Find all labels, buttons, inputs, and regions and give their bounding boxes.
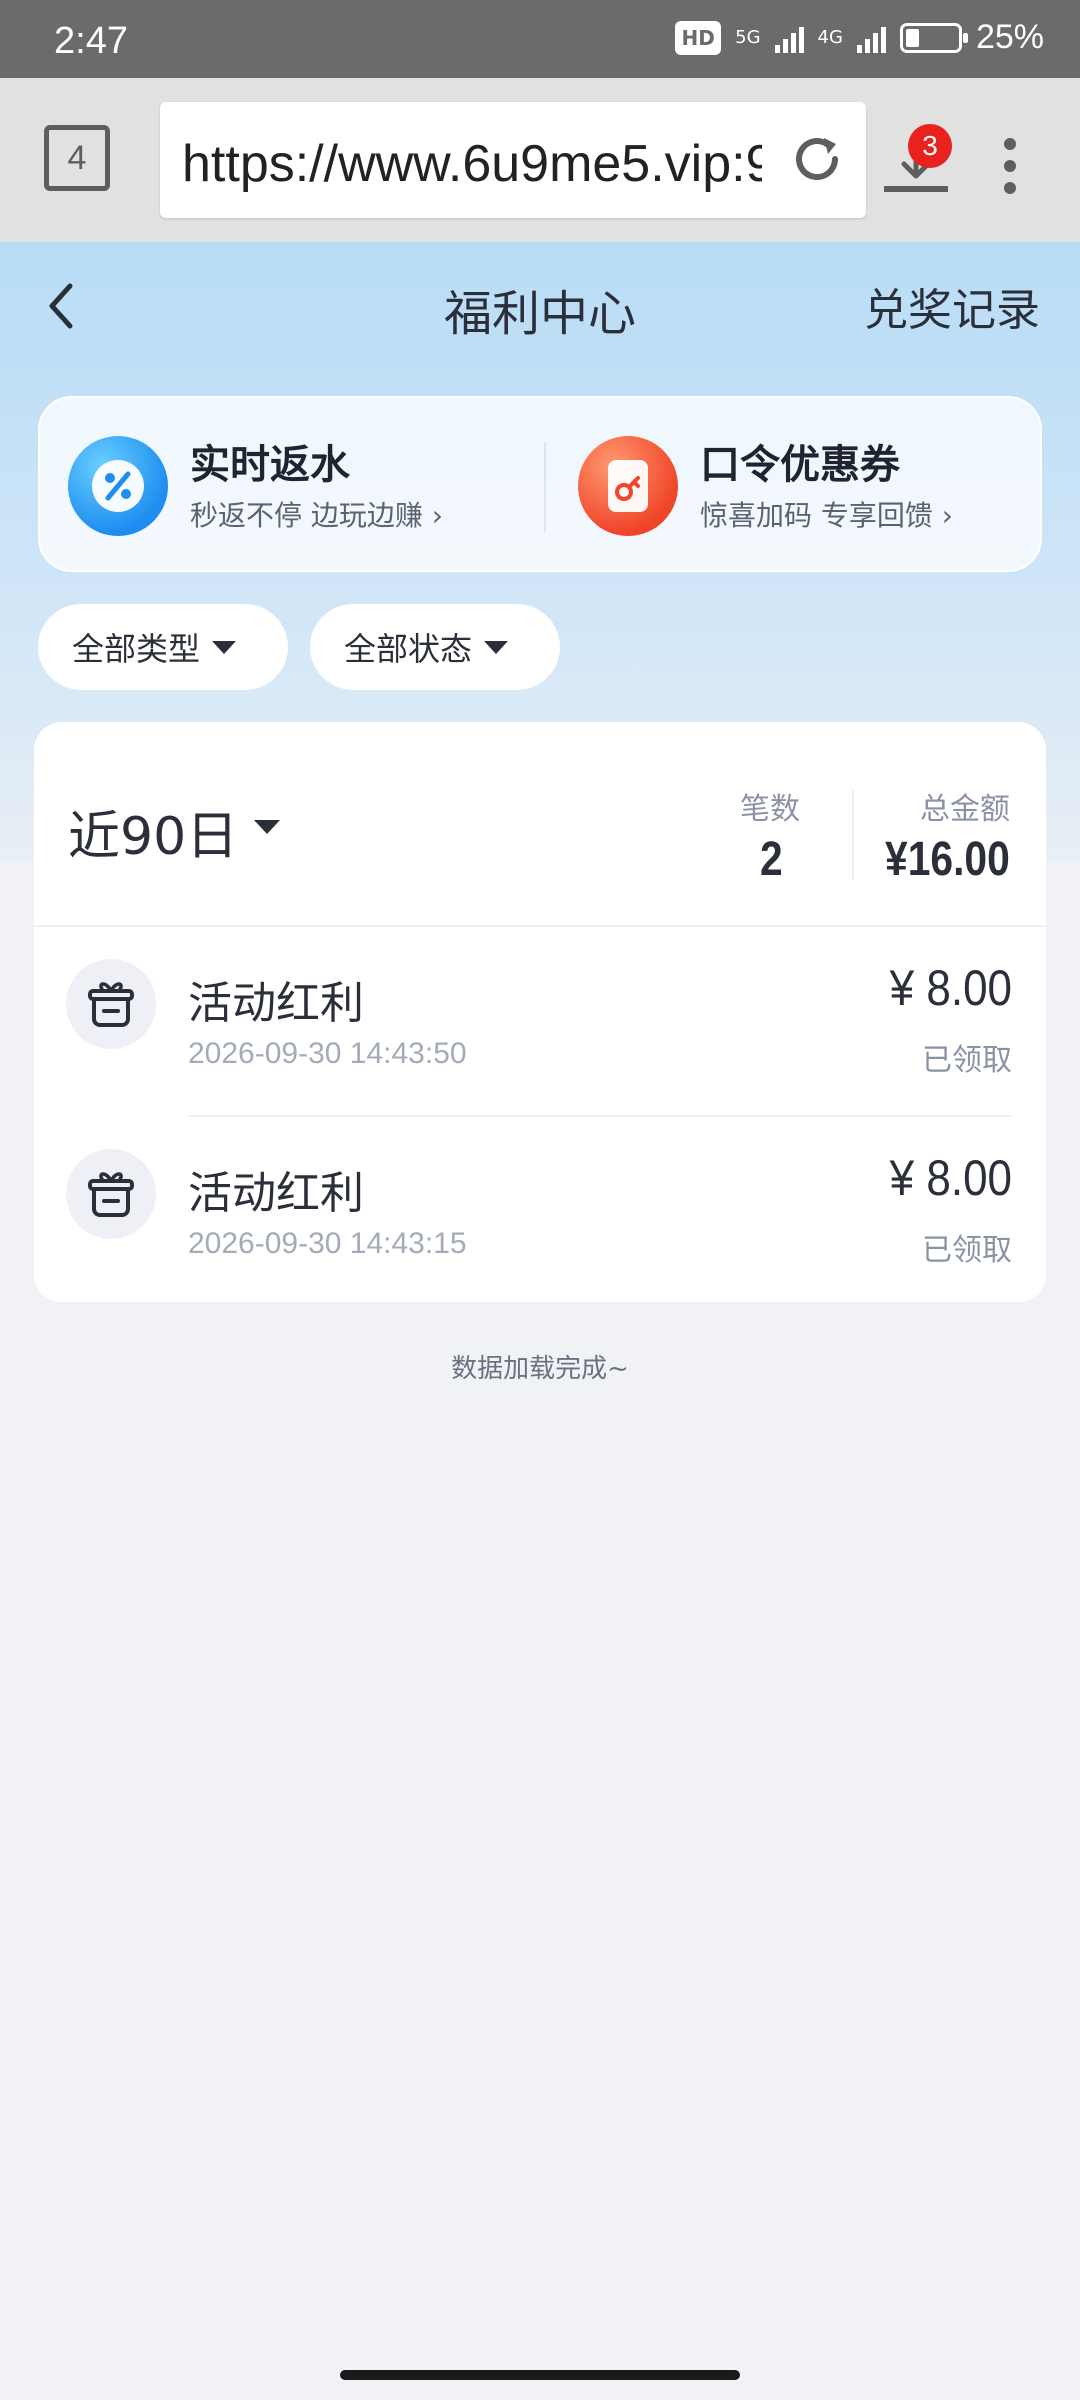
- caret-down-icon: [484, 640, 509, 654]
- promo-code-coupon[interactable]: 口令优惠券 惊喜加码 专享回馈 ›: [578, 432, 1018, 542]
- total-amount-label: 总金额: [920, 792, 1010, 827]
- network-5g-label: 5G: [735, 27, 761, 48]
- url-text[interactable]: https://www.6u9me5.vip:9: [182, 134, 762, 194]
- summary-header: 近90日 笔数 2 总金额 ¥16.00: [34, 722, 1046, 927]
- status-filter-dropdown[interactable]: 全部状态: [310, 604, 560, 690]
- welfare-center-page: 福利中心 兑奖记录 实时返水 秒返不停 边玩边赚 › 口令优惠券 惊喜加码 专享…: [0, 242, 1080, 2400]
- record-time: 2026-09-30 14:43:15: [188, 1227, 467, 1260]
- reload-icon[interactable]: [788, 130, 846, 188]
- promo-realtime-rebate[interactable]: 实时返水 秒返不停 边玩边赚 ›: [68, 432, 528, 542]
- status-indicators: HD 5G 4G 25%: [675, 18, 1044, 57]
- record-time: 2026-09-30 14:43:50: [188, 1037, 467, 1070]
- record-title: 活动红利: [188, 978, 364, 1029]
- record-status: 已领取: [922, 1233, 1012, 1268]
- record-amount: ¥ 8.00: [889, 960, 1012, 1016]
- address-bar[interactable]: https://www.6u9me5.vip:9: [160, 102, 866, 218]
- promo-subtitle: 惊喜加码 专享回馈 ›: [700, 499, 953, 532]
- signal-5g-icon: [774, 23, 804, 53]
- caret-down-icon: [212, 640, 237, 654]
- network-4g-label: 4G: [817, 27, 843, 48]
- status-filter-label: 全部状态: [344, 630, 473, 668]
- tab-switcher-button[interactable]: 4: [44, 125, 110, 191]
- redeem-history-link[interactable]: 兑奖记录: [864, 274, 1040, 338]
- status-bar: 2:47 HD 5G 4G 25%: [0, 0, 1080, 78]
- total-amount-value: ¥16.00: [885, 833, 1010, 886]
- record-row[interactable]: 活动红利 2026-09-30 14:43:50 ¥ 8.00 已领取: [34, 927, 1046, 1117]
- count-label: 笔数: [740, 792, 800, 827]
- ticket-icon: [578, 436, 678, 536]
- browser-toolbar: 4 https://www.6u9me5.vip:9 3: [0, 78, 1080, 242]
- gift-box-icon: [66, 1149, 156, 1239]
- type-filter-dropdown[interactable]: 全部类型: [38, 604, 288, 690]
- promo-subtitle: 秒返不停 边玩边赚 ›: [190, 499, 443, 532]
- promo-title: 口令优惠券: [700, 442, 900, 488]
- percent-badge-icon: [68, 436, 168, 536]
- status-time: 2:47: [54, 20, 128, 62]
- promo-card: 实时返水 秒返不停 边玩边赚 › 口令优惠券 惊喜加码 专享回馈 ›: [38, 396, 1042, 572]
- battery-level: [905, 28, 919, 47]
- record-status: 已领取: [922, 1043, 1012, 1078]
- promo-title: 实时返水: [190, 442, 350, 488]
- record-row[interactable]: 活动红利 2026-09-30 14:43:15 ¥ 8.00 已领取: [34, 1117, 1046, 1302]
- battery-percent: 25%: [975, 18, 1044, 56]
- download-count-badge: 3: [908, 124, 952, 168]
- more-menu-icon[interactable]: [994, 138, 1026, 198]
- home-indicator[interactable]: [340, 2370, 740, 2380]
- stat-divider: [852, 790, 854, 880]
- hd-voice-icon: HD: [675, 20, 722, 55]
- gift-box-icon: [66, 959, 156, 1049]
- download-button[interactable]: 3: [880, 124, 952, 200]
- record-amount: ¥ 8.00: [889, 1150, 1012, 1206]
- promo-divider: [544, 442, 546, 532]
- caret-down-icon[interactable]: [254, 820, 280, 834]
- load-complete-text: 数据加载完成~: [451, 1354, 629, 1384]
- records-card: 近90日 笔数 2 总金额 ¥16.00 活动红利 2026-09-30 14:…: [34, 722, 1046, 1302]
- count-value: 2: [760, 833, 783, 886]
- record-title: 活动红利: [188, 1168, 364, 1219]
- signal-4g-icon: [856, 23, 886, 53]
- battery-icon: [899, 22, 968, 53]
- date-range-dropdown[interactable]: 近90日: [68, 794, 238, 869]
- type-filter-label: 全部类型: [72, 630, 201, 668]
